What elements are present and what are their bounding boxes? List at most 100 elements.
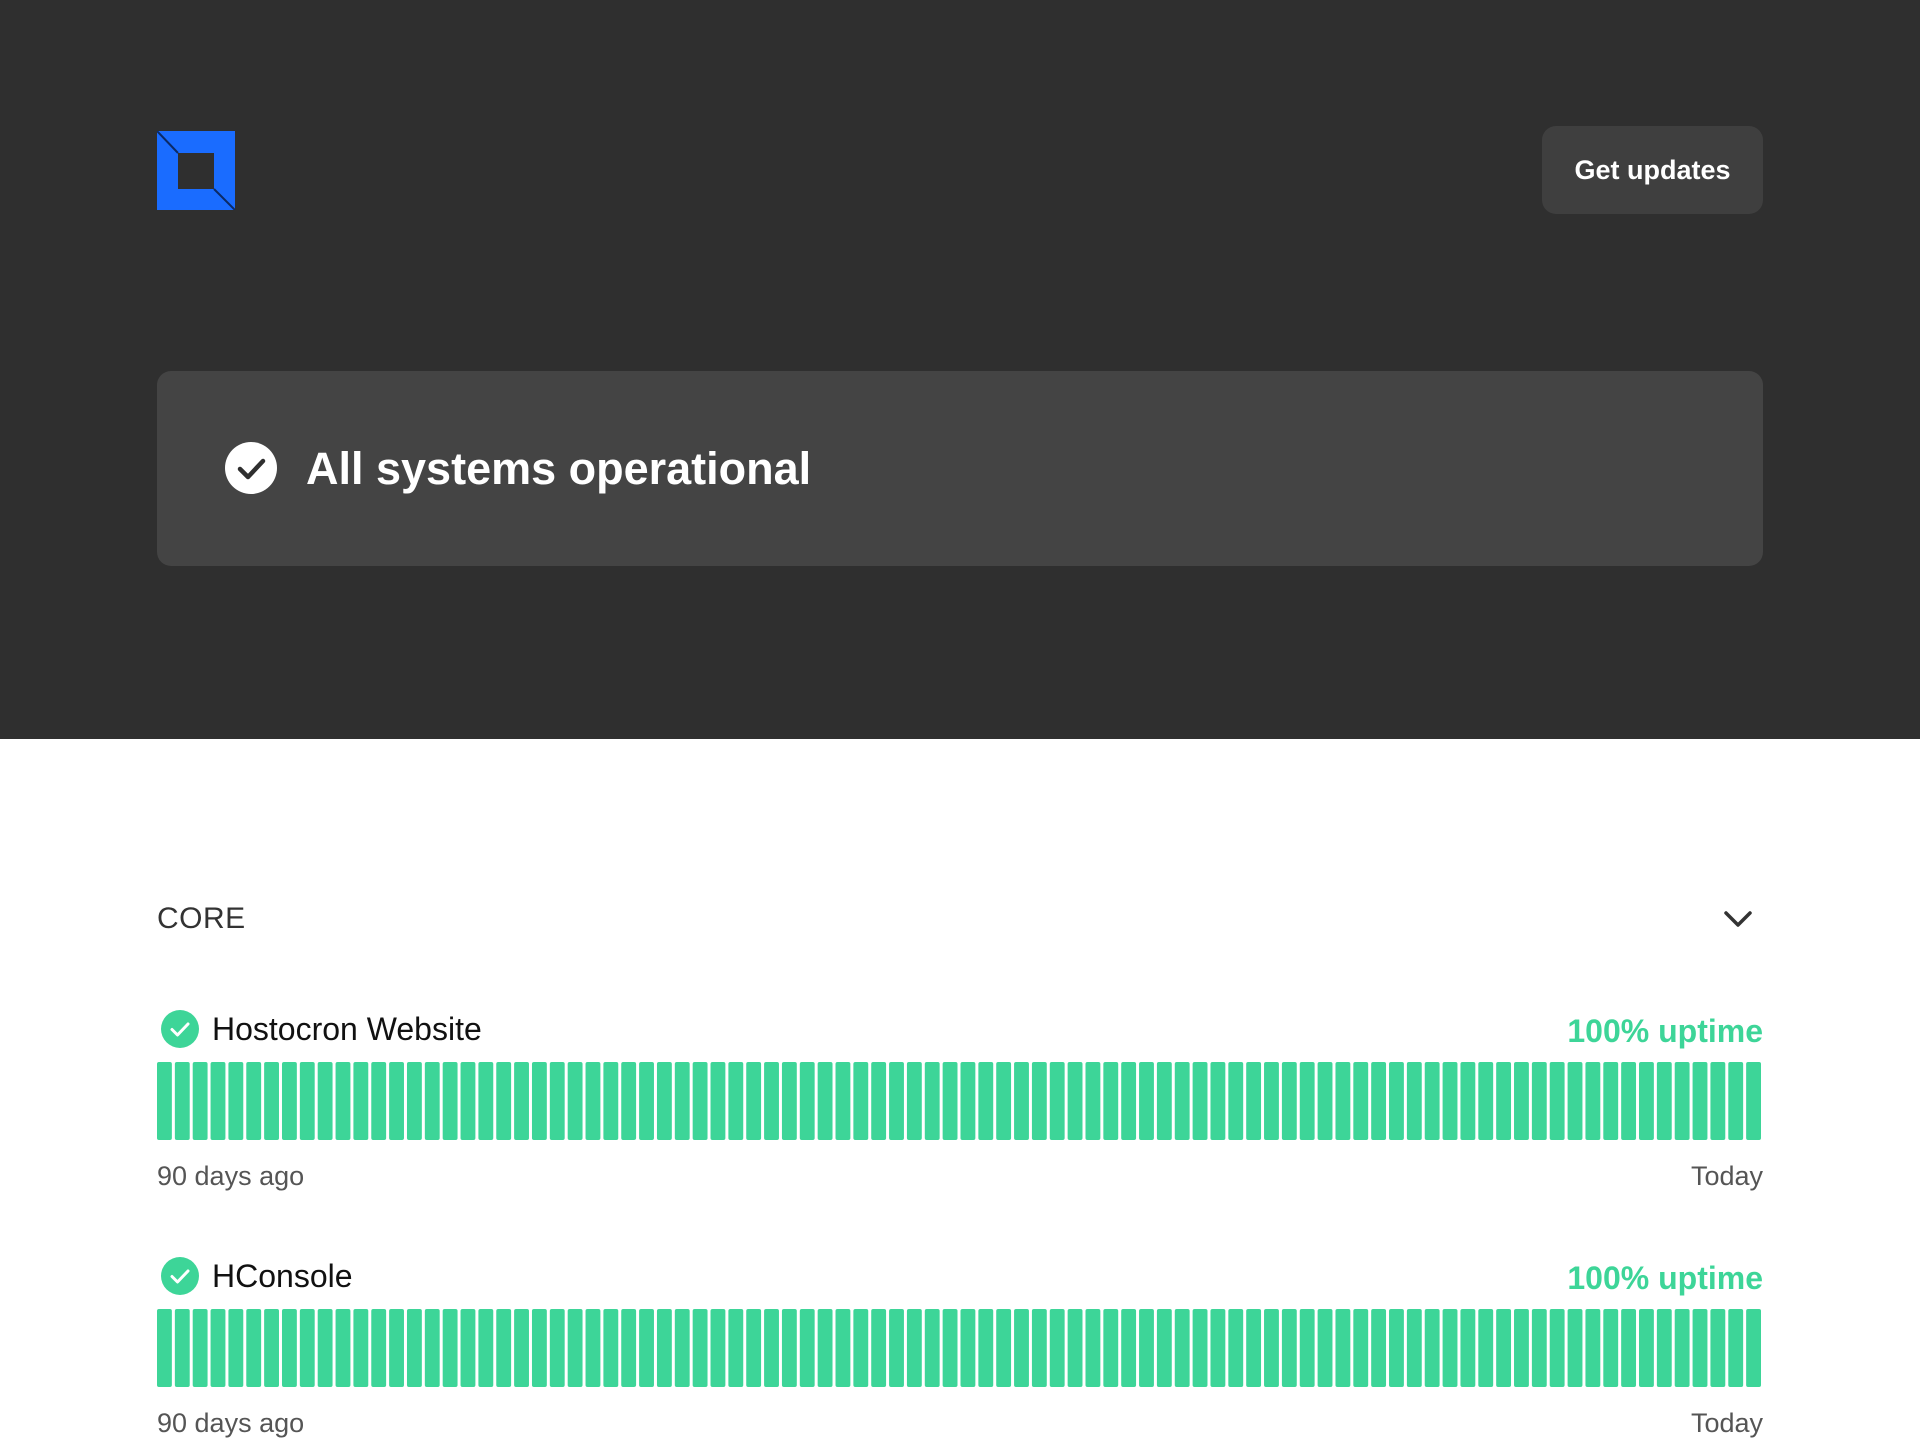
- uptime-day-bar[interactable]: [192, 1062, 208, 1140]
- uptime-day-bar[interactable]: [1621, 1062, 1637, 1140]
- uptime-day-bar[interactable]: [1656, 1062, 1672, 1140]
- uptime-day-bar[interactable]: [924, 1062, 940, 1140]
- uptime-day-bar[interactable]: [1674, 1062, 1690, 1140]
- uptime-day-bar[interactable]: [389, 1062, 404, 1140]
- uptime-day-bar[interactable]: [1353, 1062, 1369, 1140]
- uptime-day-bar[interactable]: [674, 1309, 690, 1387]
- uptime-day-bar[interactable]: [692, 1062, 708, 1140]
- uptime-day-bar[interactable]: [1389, 1062, 1404, 1140]
- uptime-day-bar[interactable]: [728, 1309, 744, 1387]
- uptime-day-bar[interactable]: [1299, 1309, 1315, 1387]
- uptime-day-bar[interactable]: [1371, 1309, 1387, 1387]
- uptime-day-bar[interactable]: [1049, 1309, 1065, 1387]
- uptime-day-bar[interactable]: [1692, 1062, 1708, 1140]
- uptime-day-bar[interactable]: [1103, 1062, 1119, 1140]
- uptime-day-bar[interactable]: [585, 1062, 601, 1140]
- uptime-day-bar[interactable]: [764, 1309, 779, 1387]
- uptime-day-bar[interactable]: [478, 1309, 494, 1387]
- uptime-day-bar[interactable]: [210, 1062, 226, 1140]
- uptime-day-bar[interactable]: [174, 1309, 190, 1387]
- uptime-day-bar[interactable]: [960, 1309, 976, 1387]
- uptime-day-bar[interactable]: [406, 1309, 422, 1387]
- uptime-day-bar[interactable]: [1121, 1062, 1137, 1140]
- uptime-day-bar[interactable]: [746, 1062, 762, 1140]
- uptime-day-bar[interactable]: [1031, 1309, 1047, 1387]
- uptime-day-bar[interactable]: [674, 1062, 690, 1140]
- uptime-day-bar[interactable]: [1639, 1309, 1654, 1387]
- uptime-day-bar[interactable]: [1424, 1062, 1440, 1140]
- uptime-day-bar[interactable]: [514, 1062, 529, 1140]
- uptime-day-bar[interactable]: [1085, 1062, 1101, 1140]
- uptime-day-bar[interactable]: [1281, 1309, 1297, 1387]
- uptime-day-bar[interactable]: [371, 1309, 387, 1387]
- uptime-day-bar[interactable]: [1264, 1062, 1279, 1140]
- uptime-day-bar[interactable]: [1692, 1309, 1708, 1387]
- uptime-day-bar[interactable]: [942, 1062, 958, 1140]
- uptime-day-bar[interactable]: [996, 1309, 1012, 1387]
- uptime-day-bar[interactable]: [889, 1309, 904, 1387]
- uptime-day-bar[interactable]: [1585, 1309, 1601, 1387]
- uptime-day-bar[interactable]: [817, 1062, 833, 1140]
- uptime-day-bar[interactable]: [1460, 1309, 1476, 1387]
- uptime-day-bar[interactable]: [1567, 1309, 1583, 1387]
- uptime-day-bar[interactable]: [960, 1062, 976, 1140]
- uptime-day-bar[interactable]: [1728, 1309, 1744, 1387]
- uptime-day-bar[interactable]: [1460, 1062, 1476, 1140]
- uptime-day-bar[interactable]: [1496, 1309, 1512, 1387]
- uptime-day-bar[interactable]: [567, 1062, 583, 1140]
- uptime-day-bar[interactable]: [1514, 1309, 1529, 1387]
- uptime-day-bar[interactable]: [1246, 1062, 1262, 1140]
- uptime-day-bar[interactable]: [192, 1309, 208, 1387]
- uptime-day-bar[interactable]: [210, 1309, 226, 1387]
- uptime-day-bar[interactable]: [1192, 1309, 1208, 1387]
- uptime-day-bar[interactable]: [692, 1309, 708, 1387]
- uptime-day-bar[interactable]: [1067, 1309, 1083, 1387]
- uptime-day-bar[interactable]: [621, 1309, 637, 1387]
- uptime-day-bar[interactable]: [1317, 1309, 1333, 1387]
- uptime-day-bar[interactable]: [1496, 1062, 1512, 1140]
- uptime-day-bar[interactable]: [514, 1309, 529, 1387]
- uptime-day-bar[interactable]: [246, 1309, 262, 1387]
- uptime-day-bar[interactable]: [1192, 1062, 1208, 1140]
- uptime-day-bar[interactable]: [424, 1309, 440, 1387]
- uptime-day-bar[interactable]: [1014, 1062, 1029, 1140]
- uptime-day-bar[interactable]: [1353, 1309, 1369, 1387]
- uptime-day-bar[interactable]: [1210, 1062, 1226, 1140]
- uptime-day-bar[interactable]: [1603, 1309, 1619, 1387]
- uptime-day-bar[interactable]: [371, 1062, 387, 1140]
- uptime-day-bar[interactable]: [1674, 1309, 1690, 1387]
- uptime-day-bar[interactable]: [496, 1309, 512, 1387]
- uptime-day-bar[interactable]: [1228, 1309, 1244, 1387]
- uptime-day-bar[interactable]: [174, 1062, 190, 1140]
- uptime-day-bar[interactable]: [1156, 1062, 1172, 1140]
- uptime-day-bar[interactable]: [1549, 1062, 1565, 1140]
- uptime-day-bar[interactable]: [1710, 1062, 1726, 1140]
- uptime-day-bar[interactable]: [1335, 1309, 1351, 1387]
- uptime-day-bar[interactable]: [764, 1062, 779, 1140]
- uptime-day-bar[interactable]: [389, 1309, 404, 1387]
- uptime-day-bar[interactable]: [335, 1309, 351, 1387]
- uptime-day-bar[interactable]: [1621, 1309, 1637, 1387]
- uptime-day-bar[interactable]: [299, 1309, 315, 1387]
- uptime-day-bar[interactable]: [817, 1309, 833, 1387]
- uptime-day-bar[interactable]: [728, 1062, 744, 1140]
- uptime-day-bar[interactable]: [157, 1062, 172, 1140]
- uptime-day-bar[interactable]: [406, 1062, 422, 1140]
- uptime-day-bar[interactable]: [1567, 1062, 1583, 1140]
- uptime-day-bar[interactable]: [1656, 1309, 1672, 1387]
- uptime-day-bar[interactable]: [603, 1309, 619, 1387]
- uptime-day-bar[interactable]: [353, 1309, 369, 1387]
- uptime-day-bar[interactable]: [853, 1309, 869, 1387]
- uptime-day-bar[interactable]: [656, 1062, 672, 1140]
- uptime-day-bar[interactable]: [835, 1309, 851, 1387]
- uptime-day-bar[interactable]: [478, 1062, 494, 1140]
- uptime-day-bar[interactable]: [603, 1062, 619, 1140]
- uptime-day-bar[interactable]: [1049, 1062, 1065, 1140]
- uptime-day-bar[interactable]: [1246, 1309, 1262, 1387]
- uptime-day-bar[interactable]: [1014, 1309, 1029, 1387]
- brand-logo-icon[interactable]: [157, 131, 235, 210]
- uptime-day-bar[interactable]: [442, 1062, 458, 1140]
- uptime-day-bar[interactable]: [442, 1309, 458, 1387]
- uptime-day-bar[interactable]: [1317, 1062, 1333, 1140]
- uptime-day-bar[interactable]: [639, 1309, 654, 1387]
